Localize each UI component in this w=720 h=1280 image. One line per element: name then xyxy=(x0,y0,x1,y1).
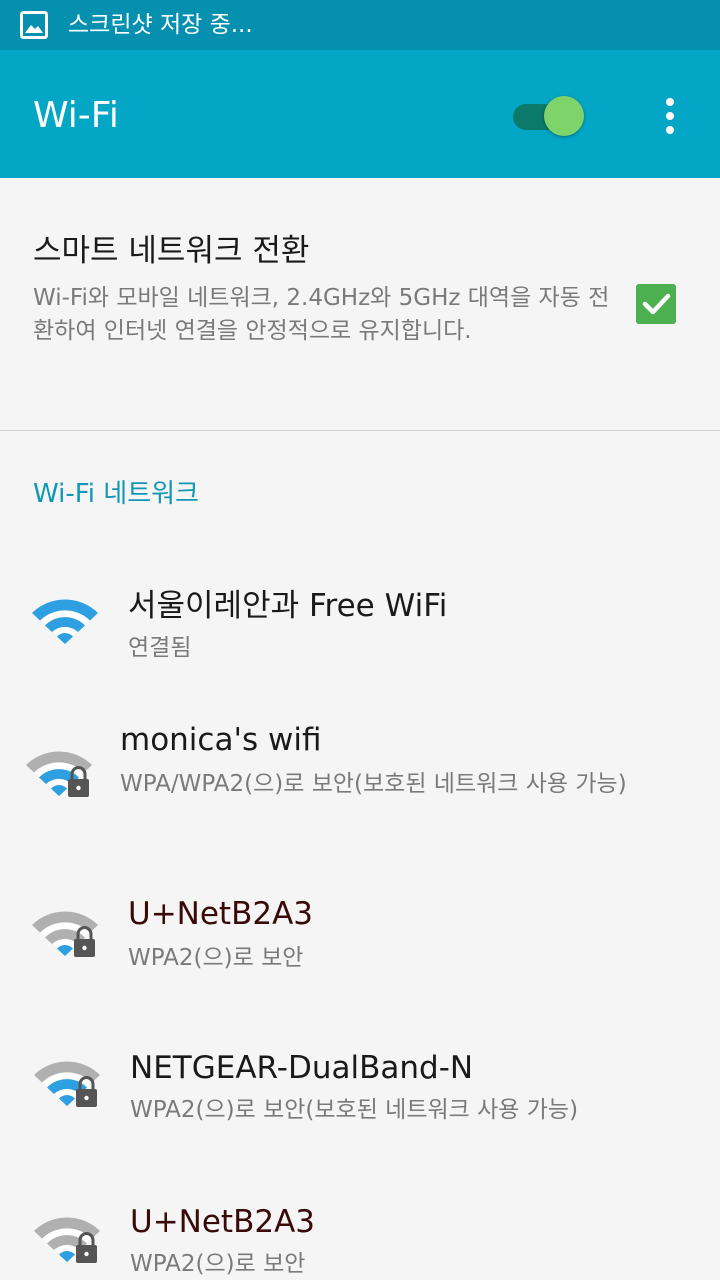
network-status: WPA2(으)로 보안 xyxy=(130,1251,306,1277)
image-icon xyxy=(20,11,48,39)
network-status: WPA2(으)로 보안 xyxy=(128,945,304,971)
wifi-toggle[interactable] xyxy=(511,96,589,136)
status-bar: 스크린샷 저장 중... xyxy=(0,0,720,50)
network-item-1[interactable]: monica's wifi WPA/WPA2(으)로 보안(보호된 네트워크 사… xyxy=(0,700,720,850)
network-name: NETGEAR-DualBand-N xyxy=(130,1050,474,1086)
toggle-thumb xyxy=(544,96,584,136)
network-name: U+NetB2A3 xyxy=(130,1204,316,1240)
check-icon xyxy=(642,293,671,315)
wifi-locked-icon xyxy=(32,911,98,957)
notification-text: 스크린샷 저장 중... xyxy=(68,12,253,38)
network-item-4[interactable]: U+NetB2A3 WPA2(으)로 보안 xyxy=(0,1176,720,1280)
wifi-connected-icon xyxy=(32,599,98,644)
wifi-locked-icon xyxy=(34,1217,100,1263)
wifi-locked-icon xyxy=(34,1061,100,1107)
network-name: monica's wifi xyxy=(120,722,322,758)
smart-network-switch[interactable]: 스마트 네트워크 전환 Wi-Fi와 모바일 네트워크, 2.4GHz와 5GH… xyxy=(0,178,720,430)
network-item-3[interactable]: NETGEAR-DualBand-N WPA2(으)로 보안(보호된 네트워크 … xyxy=(0,1020,720,1150)
network-item-0[interactable]: 서울이레안과 Free WiFi 연결됨 xyxy=(0,560,720,680)
networks-section-header: Wi-Fi 네트워크 xyxy=(33,479,199,509)
page-title: Wi-Fi xyxy=(33,95,119,136)
divider xyxy=(0,430,720,431)
network-name: 서울이레안과 Free WiFi xyxy=(128,588,448,624)
smart-switch-checkbox[interactable] xyxy=(636,284,676,324)
more-vert-icon[interactable] xyxy=(652,94,688,138)
network-status: WPA/WPA2(으)로 보안(보호된 네트워크 사용 가능) xyxy=(120,771,627,797)
network-status: WPA2(으)로 보안(보호된 네트워크 사용 가능) xyxy=(130,1097,579,1123)
app-bar: Wi-Fi xyxy=(0,50,720,178)
smart-switch-title: 스마트 네트워크 전환 xyxy=(33,233,310,269)
network-item-2[interactable]: U+NetB2A3 WPA2(으)로 보안 xyxy=(0,870,720,1000)
network-name: U+NetB2A3 xyxy=(128,896,314,932)
network-status: 연결됨 xyxy=(128,635,192,661)
wifi-locked-icon xyxy=(26,751,92,797)
smart-switch-description: Wi-Fi와 모바일 네트워크, 2.4GHz와 5GHz 대역을 자동 전환하… xyxy=(33,285,610,344)
